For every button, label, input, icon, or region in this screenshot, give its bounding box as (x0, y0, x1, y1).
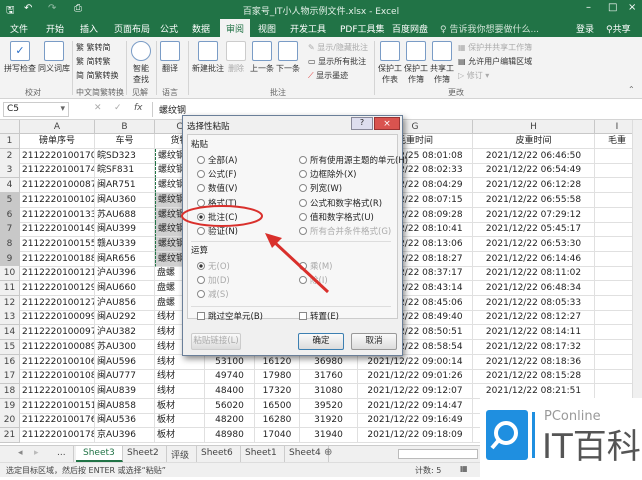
svg-text:PConline: PConline (544, 409, 601, 424)
svg-text:IT百科: IT百科 (542, 427, 641, 467)
highlight-ellipse (181, 205, 263, 227)
it-baike-logo-icon: PConline IT百科 (486, 409, 641, 467)
watermark-logo: PConline IT百科 (480, 398, 642, 477)
annotation-arrow (270, 238, 330, 294)
